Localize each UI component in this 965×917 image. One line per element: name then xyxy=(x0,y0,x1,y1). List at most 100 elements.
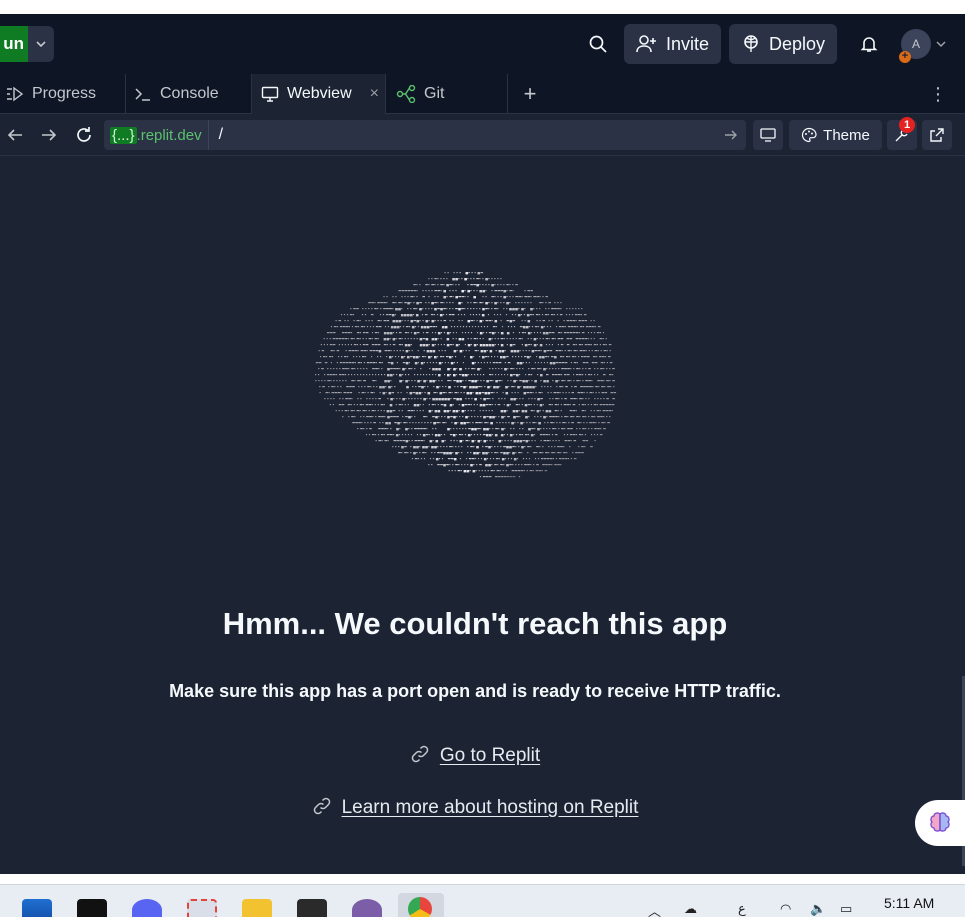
ascii-char xyxy=(592,392,594,394)
ascii-char xyxy=(486,350,488,352)
store-icon[interactable] xyxy=(22,899,52,917)
ascii-char xyxy=(450,428,452,430)
ascii-char xyxy=(374,302,376,304)
ascii-char xyxy=(549,416,552,418)
ascii-char xyxy=(509,476,513,478)
ascii-char xyxy=(586,422,588,424)
deploy-button[interactable]: Deploy xyxy=(728,24,837,64)
file-explorer-icon[interactable] xyxy=(242,899,272,917)
ascii-char xyxy=(532,314,535,316)
device-preview-button[interactable] xyxy=(753,120,783,150)
ascii-char xyxy=(402,380,404,382)
reload-button[interactable] xyxy=(71,122,97,148)
ascii-char xyxy=(588,374,591,376)
ascii-char xyxy=(524,320,526,322)
ascii-char xyxy=(375,440,377,442)
run-options-button[interactable] xyxy=(28,26,54,62)
ascii-char xyxy=(436,392,438,394)
ascii-char xyxy=(422,332,425,334)
ascii-char xyxy=(486,326,489,328)
ascii-char xyxy=(377,344,381,346)
more-options-button[interactable]: ⋮ xyxy=(929,74,947,114)
ascii-char xyxy=(521,356,523,358)
close-tab-button[interactable]: × xyxy=(370,85,379,103)
ascii-char xyxy=(383,344,387,346)
ascii-char xyxy=(600,362,604,364)
ascii-char xyxy=(507,362,511,364)
terminal-icon[interactable] xyxy=(297,899,327,917)
tab-progress[interactable]: Progress xyxy=(0,74,126,114)
ascii-char xyxy=(343,314,346,316)
snipping-tool-icon[interactable] xyxy=(187,899,217,917)
ascii-char xyxy=(540,326,544,329)
add-tab-button[interactable]: + xyxy=(516,74,544,114)
account-menu[interactable]: A + xyxy=(899,29,947,63)
ascii-char xyxy=(572,452,574,454)
ascii-char xyxy=(395,338,397,340)
ascii-char xyxy=(567,374,570,376)
ascii-char xyxy=(431,332,434,334)
ascii-char xyxy=(521,296,523,298)
open-new-window-button[interactable] xyxy=(922,120,952,150)
ascii-char xyxy=(571,392,575,394)
search-button[interactable] xyxy=(580,26,616,62)
ascii-char xyxy=(431,284,434,286)
battery-icon[interactable]: ▭ xyxy=(840,901,852,917)
ascii-char xyxy=(571,422,574,424)
tab-git[interactable]: Git xyxy=(386,74,508,114)
ascii-char xyxy=(572,320,576,322)
ascii-char xyxy=(404,296,406,298)
invite-button[interactable]: Invite xyxy=(623,24,721,64)
chevron-up-icon[interactable]: ︿ xyxy=(648,901,661,917)
run-button[interactable]: un xyxy=(0,26,28,62)
ascii-char xyxy=(465,368,467,370)
ascii-char xyxy=(487,470,489,472)
ascii-char xyxy=(422,452,425,454)
ascii-char xyxy=(403,314,407,317)
ascii-char xyxy=(573,350,577,352)
theme-button[interactable]: Theme xyxy=(789,120,882,150)
notifications-button[interactable] xyxy=(851,26,887,62)
ascii-char xyxy=(381,416,384,418)
ascii-char xyxy=(520,470,524,472)
ascii-char xyxy=(599,404,603,406)
forward-button[interactable] xyxy=(36,122,62,148)
ascii-char xyxy=(533,296,536,298)
tradingview-icon[interactable] xyxy=(77,899,107,917)
ascii-char xyxy=(602,332,605,334)
ascii-char xyxy=(537,398,540,401)
ascii-char xyxy=(396,416,399,418)
hosting-docs-link[interactable]: Learn more about hosting on Replit xyxy=(0,796,950,819)
ascii-char xyxy=(599,332,602,334)
ascii-char xyxy=(495,374,497,376)
ascii-char xyxy=(507,380,509,382)
clock[interactable]: 5:11 AM xyxy=(884,895,934,911)
ascii-char xyxy=(351,374,353,376)
discord-icon[interactable] xyxy=(132,899,162,917)
tab-webview[interactable]: Webview × xyxy=(252,74,386,114)
volume-icon[interactable]: 🔈 xyxy=(810,901,826,917)
wifi-icon[interactable]: ◠ xyxy=(780,901,791,917)
url-path-input[interactable]: / xyxy=(209,126,716,144)
ascii-char xyxy=(390,380,392,382)
ascii-char xyxy=(386,296,388,298)
input-language[interactable]: ع xyxy=(738,901,746,917)
ascii-char xyxy=(574,314,578,316)
ascii-char xyxy=(501,428,504,431)
tab-console[interactable]: Console xyxy=(126,74,252,114)
ascii-char xyxy=(549,362,553,365)
ascii-char xyxy=(422,446,425,449)
ascii-char xyxy=(387,368,390,371)
url-go-button[interactable] xyxy=(716,128,746,142)
chrome-taskbar-button[interactable] xyxy=(398,893,444,917)
assistant-button[interactable] xyxy=(915,800,965,846)
back-button[interactable] xyxy=(2,122,28,148)
ascii-char xyxy=(518,446,520,448)
ascii-char xyxy=(461,410,465,413)
ascii-char xyxy=(324,380,326,382)
go-to-replit-link[interactable]: Go to Replit xyxy=(0,744,950,767)
tor-browser-icon[interactable] xyxy=(352,899,382,917)
ascii-char xyxy=(529,392,533,394)
url-bar[interactable]: {...} .replit.dev / xyxy=(104,120,746,150)
ascii-char xyxy=(469,392,473,395)
